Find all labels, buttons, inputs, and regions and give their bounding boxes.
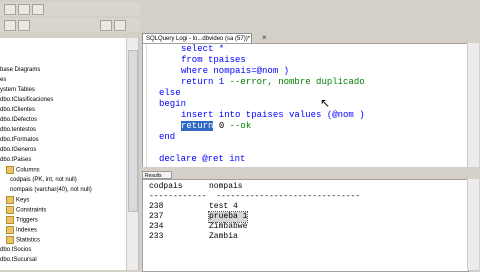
- code-line: return 0 --ok: [181, 121, 252, 131]
- editor-gutter: [143, 44, 147, 168]
- toolbar-button[interactable]: [114, 20, 126, 31]
- tree-item[interactable]: Keys: [6, 196, 29, 205]
- tree-item[interactable]: codpais (PK, int, not null): [10, 176, 77, 184]
- close-icon[interactable]: ×: [262, 33, 267, 42]
- tree-item[interactable]: Indexes: [6, 226, 37, 235]
- toolbar-button[interactable]: [18, 4, 30, 15]
- folder-icon: [6, 236, 14, 244]
- tree-item[interactable]: dbo.tFormatos: [0, 136, 39, 144]
- folder-icon: [6, 166, 14, 174]
- results-pane: codpais nompais ------------ -----------…: [142, 179, 469, 272]
- table-cell-selected[interactable]: prueba 1: [207, 211, 249, 223]
- folder-icon: [6, 216, 14, 224]
- explorer-scroll-thumb[interactable]: [128, 50, 138, 212]
- results-scrollbar[interactable]: [467, 179, 479, 270]
- table-cell: 237: [149, 212, 164, 221]
- mouse-cursor-icon: ↖: [320, 96, 331, 110]
- tree-item[interactable]: dbo.tSocios: [0, 246, 31, 254]
- toolbar-button[interactable]: [32, 4, 44, 15]
- folder-icon: [6, 226, 14, 234]
- folder-icon: [6, 206, 14, 214]
- toolbar: [0, 0, 480, 36]
- selected-text: return: [181, 121, 214, 131]
- results-header-codpais: codpais: [149, 182, 183, 191]
- editor-scrollbar[interactable]: [467, 43, 479, 167]
- code-line: begin: [159, 99, 187, 109]
- table-cell: 233: [149, 232, 164, 241]
- table-cell: 234: [149, 222, 164, 231]
- code-line: else: [159, 88, 181, 98]
- results-separator: ------------ ---------------------------…: [149, 192, 361, 201]
- code-line: where nompais=@nom ): [181, 66, 290, 76]
- tree-item[interactable]: es: [0, 76, 6, 84]
- code-line: declare @ret int: [159, 154, 246, 164]
- explorer-scrollbar[interactable]: [126, 38, 138, 270]
- toolbar-button[interactable]: [4, 20, 16, 31]
- tree-item[interactable]: base Diagrams: [0, 66, 40, 74]
- tree-item[interactable]: Columns: [6, 166, 40, 175]
- toolbar-button[interactable]: [4, 4, 16, 15]
- code-line: return 1 --error, nombre duplicado: [181, 77, 365, 87]
- table-cell: Zimbabwe: [209, 222, 248, 231]
- tree-item[interactable]: dbo.tSucursal: [0, 256, 37, 264]
- table-cell: test 4: [209, 202, 238, 211]
- folder-icon: [6, 196, 14, 204]
- tab-results[interactable]: Results: [142, 171, 172, 179]
- tree-item[interactable]: ystem Tables: [0, 86, 35, 94]
- tree-item[interactable]: dbo.tPaises: [0, 156, 31, 164]
- tree-item[interactable]: dbo.tClasificaciones: [0, 96, 53, 104]
- code-line: end: [159, 132, 176, 142]
- tab-query[interactable]: SQLQuery Logi - lo...dbvideo (sa (57))*: [142, 33, 252, 43]
- tree-item[interactable]: dbo.tentestos: [0, 126, 36, 134]
- tree-item[interactable]: Constraints: [6, 206, 46, 215]
- tree-item[interactable]: dbo.tDefectos: [0, 116, 37, 124]
- object-explorer: base Diagrams es ystem Tables dbo.tClasi…: [0, 38, 139, 270]
- results-header-nompais: nompais: [209, 182, 243, 191]
- tree-item[interactable]: nompais (varchar(40), not null): [10, 186, 92, 194]
- code-line: insert into tpaises values (@nom ): [181, 110, 365, 120]
- code-line: from tpaises: [181, 55, 246, 65]
- query-editor[interactable]: select * from tpaises where nompais=@nom…: [142, 43, 469, 169]
- tree-item[interactable]: Triggers: [6, 216, 38, 225]
- tree-item[interactable]: Statistics: [6, 236, 40, 245]
- toolbar-button[interactable]: [18, 20, 30, 31]
- tree-item[interactable]: dbo.tClientes: [0, 106, 35, 114]
- table-cell: 238: [149, 202, 164, 211]
- toolbar-button[interactable]: [100, 20, 112, 31]
- code-line: select *: [181, 44, 225, 54]
- splitter[interactable]: [142, 167, 478, 171]
- tree-item[interactable]: dbo.tGeneros: [0, 146, 36, 154]
- table-cell: Zambia: [209, 232, 238, 241]
